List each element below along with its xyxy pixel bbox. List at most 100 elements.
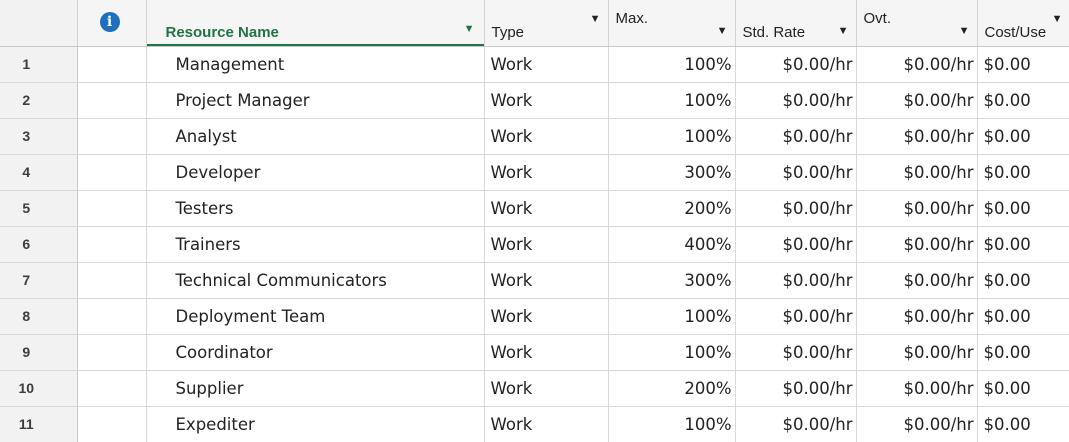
cost-use-column-header[interactable]: Cost/Use ▼	[977, 0, 1069, 47]
type-column-header[interactable]: Type ▼	[484, 0, 609, 47]
resource-name-column-header[interactable]: Resource Name ▼	[146, 0, 485, 47]
row-number[interactable]: 2	[0, 82, 78, 119]
table-row[interactable]: 8 Deployment Team Work 100% $0.00/hr $0.…	[0, 298, 1069, 335]
row-number[interactable]: 7	[0, 262, 78, 299]
type-cell[interactable]: Work	[484, 370, 609, 407]
table-row[interactable]: 11 Expediter Work 100% $0.00/hr $0.00/hr…	[0, 406, 1069, 442]
std-rate-cell[interactable]: $0.00/hr	[735, 154, 857, 191]
row-number[interactable]: 1	[0, 46, 78, 83]
table-row[interactable]: 3 Analyst Work 100% $0.00/hr $0.00/hr $0…	[0, 118, 1069, 155]
std-rate-cell[interactable]: $0.00/hr	[735, 406, 857, 442]
row-number[interactable]: 5	[0, 190, 78, 227]
ovt-column-header[interactable]: Ovt. ▼	[856, 0, 978, 47]
indicator-cell[interactable]	[77, 190, 147, 227]
indicator-cell[interactable]	[77, 262, 147, 299]
max-cell[interactable]: 400%	[608, 226, 736, 263]
std-rate-cell[interactable]: $0.00/hr	[735, 118, 857, 155]
cost-use-cell[interactable]: $0.00	[977, 46, 1069, 83]
max-column-header[interactable]: Max. ▼	[608, 0, 736, 47]
cost-use-cell[interactable]: $0.00	[977, 406, 1069, 442]
max-filter-dropdown-icon[interactable]: ▼	[717, 25, 728, 37]
cost-use-cell[interactable]: $0.00	[977, 370, 1069, 407]
resource-name-filter-dropdown-icon[interactable]: ▼	[464, 23, 475, 35]
table-row[interactable]: 6 Trainers Work 400% $0.00/hr $0.00/hr $…	[0, 226, 1069, 263]
row-number[interactable]: 6	[0, 226, 78, 263]
std-rate-cell[interactable]: $0.00/hr	[735, 190, 857, 227]
resource-name-cell[interactable]: Testers	[146, 190, 485, 227]
row-number[interactable]: 10	[0, 370, 78, 407]
indicator-cell[interactable]	[77, 370, 147, 407]
type-cell[interactable]: Work	[484, 226, 609, 263]
ovt-cell[interactable]: $0.00/hr	[856, 118, 978, 155]
table-row[interactable]: 4 Developer Work 300% $0.00/hr $0.00/hr …	[0, 154, 1069, 191]
resource-name-cell[interactable]: Technical Communicators	[146, 262, 485, 299]
std-rate-cell[interactable]: $0.00/hr	[735, 262, 857, 299]
cost-use-cell[interactable]: $0.00	[977, 262, 1069, 299]
cost-use-cell[interactable]: $0.00	[977, 226, 1069, 263]
indicator-cell[interactable]	[77, 334, 147, 371]
std-rate-cell[interactable]: $0.00/hr	[735, 82, 857, 119]
ovt-cell[interactable]: $0.00/hr	[856, 82, 978, 119]
type-cell[interactable]: Work	[484, 82, 609, 119]
row-number[interactable]: 9	[0, 334, 78, 371]
ovt-cell[interactable]: $0.00/hr	[856, 46, 978, 83]
max-cell[interactable]: 200%	[608, 190, 736, 227]
max-cell[interactable]: 100%	[608, 82, 736, 119]
type-cell[interactable]: Work	[484, 334, 609, 371]
max-cell[interactable]: 100%	[608, 46, 736, 83]
ovt-cell[interactable]: $0.00/hr	[856, 154, 978, 191]
max-cell[interactable]: 100%	[608, 406, 736, 442]
indicator-cell[interactable]	[77, 118, 147, 155]
table-row[interactable]: 9 Coordinator Work 100% $0.00/hr $0.00/h…	[0, 334, 1069, 371]
max-cell[interactable]: 300%	[608, 262, 736, 299]
max-cell[interactable]: 100%	[608, 118, 736, 155]
table-row[interactable]: 2 Project Manager Work 100% $0.00/hr $0.…	[0, 82, 1069, 119]
resource-name-cell[interactable]: Developer	[146, 154, 485, 191]
std-rate-cell[interactable]: $0.00/hr	[735, 46, 857, 83]
cost-use-cell[interactable]: $0.00	[977, 118, 1069, 155]
std-rate-cell[interactable]: $0.00/hr	[735, 334, 857, 371]
indicator-cell[interactable]	[77, 46, 147, 83]
table-row[interactable]: 10 Supplier Work 200% $0.00/hr $0.00/hr …	[0, 370, 1069, 407]
resource-name-cell[interactable]: Project Manager	[146, 82, 485, 119]
type-cell[interactable]: Work	[484, 262, 609, 299]
ovt-cell[interactable]: $0.00/hr	[856, 190, 978, 227]
ovt-cell[interactable]: $0.00/hr	[856, 226, 978, 263]
type-filter-dropdown-icon[interactable]: ▼	[590, 14, 601, 25]
resource-name-cell[interactable]: Trainers	[146, 226, 485, 263]
max-cell[interactable]: 100%	[608, 334, 736, 371]
cost-use-cell[interactable]: $0.00	[977, 298, 1069, 335]
resource-name-cell[interactable]: Expediter	[146, 406, 485, 442]
ovt-filter-dropdown-icon[interactable]: ▼	[959, 25, 970, 37]
type-cell[interactable]: Work	[484, 154, 609, 191]
resource-name-cell[interactable]: Deployment Team	[146, 298, 485, 335]
cost-use-cell[interactable]: $0.00	[977, 154, 1069, 191]
std-rate-cell[interactable]: $0.00/hr	[735, 370, 857, 407]
resource-name-cell[interactable]: Management	[146, 46, 485, 83]
ovt-cell[interactable]: $0.00/hr	[856, 334, 978, 371]
table-row[interactable]: 1 Management Work 100% $0.00/hr $0.00/hr…	[0, 46, 1069, 83]
row-number[interactable]: 8	[0, 298, 78, 335]
indicator-cell[interactable]	[77, 154, 147, 191]
cost-use-cell[interactable]: $0.00	[977, 190, 1069, 227]
resource-name-cell[interactable]: Supplier	[146, 370, 485, 407]
type-cell[interactable]: Work	[484, 190, 609, 227]
std-rate-column-header[interactable]: Std. Rate ▼	[735, 0, 857, 47]
indicator-cell[interactable]	[77, 406, 147, 442]
ovt-cell[interactable]: $0.00/hr	[856, 370, 978, 407]
ovt-cell[interactable]: $0.00/hr	[856, 298, 978, 335]
max-cell[interactable]: 100%	[608, 298, 736, 335]
type-cell[interactable]: Work	[484, 406, 609, 442]
std-rate-filter-dropdown-icon[interactable]: ▼	[838, 25, 849, 37]
resource-name-cell[interactable]: Analyst	[146, 118, 485, 155]
std-rate-cell[interactable]: $0.00/hr	[735, 298, 857, 335]
type-cell[interactable]: Work	[484, 118, 609, 155]
select-all-corner[interactable]	[0, 0, 78, 47]
ovt-cell[interactable]: $0.00/hr	[856, 406, 978, 442]
resource-name-cell[interactable]: Coordinator	[146, 334, 485, 371]
indicator-cell[interactable]	[77, 82, 147, 119]
indicator-cell[interactable]	[77, 226, 147, 263]
type-cell[interactable]: Work	[484, 298, 609, 335]
indicators-column-header[interactable]: i	[77, 0, 147, 47]
type-cell[interactable]: Work	[484, 46, 609, 83]
